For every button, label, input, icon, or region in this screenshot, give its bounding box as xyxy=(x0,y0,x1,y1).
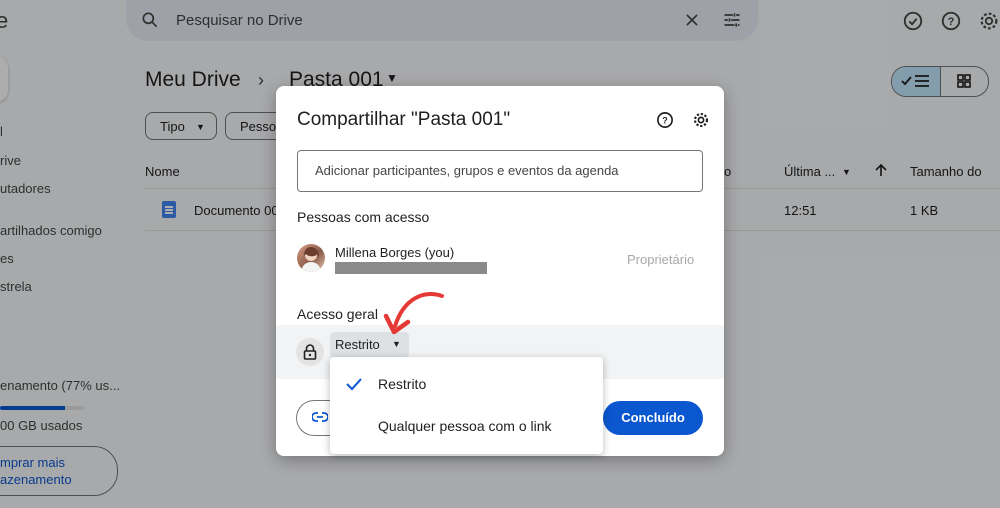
settings-icon[interactable] xyxy=(692,111,710,129)
done-button[interactable]: Concluído xyxy=(603,401,703,435)
link-icon xyxy=(312,412,328,422)
dialog-title: Compartilhar "Pasta 001" xyxy=(297,109,511,130)
avatar xyxy=(297,244,325,272)
annotation-arrow-icon xyxy=(383,292,444,335)
menu-item-anyone-with-link[interactable]: Qualquer pessoa com o link xyxy=(330,405,603,447)
add-people-placeholder: Adicionar participantes, grupos e evento… xyxy=(315,163,619,178)
done-button-label: Concluído xyxy=(621,410,685,425)
general-access-menu: Restrito Qualquer pessoa com o link xyxy=(330,357,603,454)
person-role: Proprietário xyxy=(627,252,695,267)
general-access-value: Restrito xyxy=(335,337,380,352)
person-email-redacted xyxy=(335,262,487,274)
menu-item-label: Restrito xyxy=(378,376,427,392)
chevron-down-icon: ▼ xyxy=(392,339,401,349)
people-with-access-heading: Pessoas com acesso xyxy=(297,209,430,225)
menu-item-restricted[interactable]: Restrito xyxy=(330,363,603,405)
lock-icon xyxy=(303,344,317,360)
help-icon[interactable]: ? xyxy=(656,111,674,129)
lock-icon-container xyxy=(296,338,324,366)
menu-item-label: Qualquer pessoa com o link xyxy=(378,418,552,434)
svg-text:?: ? xyxy=(662,115,668,125)
person-name: Millena Borges (you) xyxy=(335,245,455,260)
check-icon xyxy=(346,378,362,391)
general-access-heading: Acesso geral xyxy=(297,306,378,322)
add-people-input[interactable]: Adicionar participantes, grupos e evento… xyxy=(297,150,703,192)
